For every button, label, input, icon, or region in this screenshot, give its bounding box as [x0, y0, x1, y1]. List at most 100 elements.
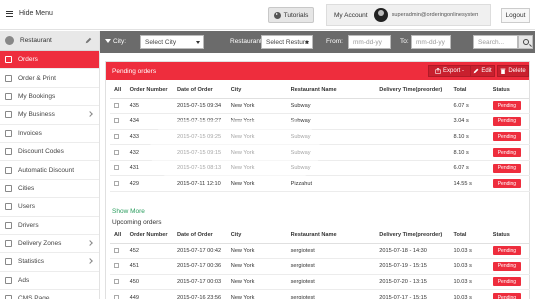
- sidebar-item-cities[interactable]: Cities: [0, 180, 99, 199]
- column-header[interactable]: Status: [488, 228, 530, 244]
- sidebar-item-automatic-discount[interactable]: Automatic Discount: [0, 161, 99, 180]
- tutorials-button[interactable]: Tutorials: [268, 7, 314, 23]
- city-filter-label: City:: [105, 38, 126, 45]
- cell-num: 451: [125, 258, 173, 275]
- sidebar-item-label: Orders: [18, 56, 38, 64]
- row-checkbox[interactable]: [114, 102, 119, 108]
- row-checkbox[interactable]: [114, 263, 119, 269]
- sidebar-item-my-bookings[interactable]: My Bookings: [0, 88, 99, 107]
- cell-rest: sergiotest: [286, 289, 376, 299]
- column-header[interactable]: Date of Order: [172, 83, 227, 99]
- sidebar-header-label: Restaurant: [20, 37, 52, 44]
- column-header[interactable]: Total: [449, 83, 489, 99]
- status-badge[interactable]: Pending: [492, 101, 522, 111]
- export-button[interactable]: Export -: [428, 65, 471, 77]
- sidebar-item-label: My Bookings: [18, 92, 56, 100]
- column-header[interactable]: Delivery Time(preorder): [375, 228, 450, 244]
- cell-status: Pending: [488, 144, 530, 161]
- sidebar-item-order-print[interactable]: Order & Print: [0, 69, 99, 88]
- cell-date: 2015-07-17 00:03: [172, 274, 227, 291]
- status-badge[interactable]: Pending: [492, 293, 522, 299]
- sidebar-item-cms-page[interactable]: CMS Page: [0, 290, 99, 299]
- column-header[interactable]: Order Number: [125, 83, 173, 99]
- row-checkbox[interactable]: [114, 180, 119, 186]
- column-header[interactable]: City: [226, 228, 287, 244]
- edit-button[interactable]: Edit: [470, 65, 495, 77]
- table-row[interactable]: 452 2015-07-17 00:42 New York sergiotest 201…: [110, 243, 530, 260]
- sidebar-item-users[interactable]: Users: [0, 198, 99, 217]
- status-badge[interactable]: Pending: [492, 179, 522, 189]
- column-header[interactable]: All: [110, 83, 126, 99]
- search-input[interactable]: Search...: [473, 35, 518, 49]
- row-checkbox[interactable]: [114, 279, 119, 284]
- sidebar-item-label: CMS Page: [18, 295, 50, 299]
- table-row[interactable]: 451 2015-07-17 00:36 New York sergiotest 201…: [110, 258, 530, 275]
- sidebar-item-discount-codes[interactable]: Discount Codes: [0, 143, 99, 162]
- row-checkbox[interactable]: [114, 149, 119, 155]
- city-select[interactable]: Select City: [140, 35, 204, 49]
- status-badge[interactable]: Pending: [492, 116, 522, 126]
- status-badge[interactable]: Pending: [492, 277, 522, 287]
- status-badge[interactable]: Pending: [492, 148, 522, 158]
- sidebar-item-label: Cities: [18, 184, 35, 192]
- table-row[interactable]: 450 2015-07-17 00:03 New York sergiotest 201…: [110, 274, 530, 291]
- cell-total: 6.07 s: [449, 160, 489, 177]
- status-badge[interactable]: Pending: [492, 261, 522, 271]
- upcoming-orders-table: All Order Number Date of Order City Restaura…: [110, 228, 530, 299]
- sidebar-item-statistics[interactable]: Statistics: [0, 253, 99, 272]
- table-row[interactable]: 435 2015-07-15 09:34 New York Subway 6.07 sP…: [110, 98, 530, 115]
- show-more-link[interactable]: Show More: [112, 208, 145, 215]
- status-badge[interactable]: Pending: [492, 163, 522, 173]
- invoice-icon: [5, 129, 12, 137]
- export-icon: [435, 68, 441, 74]
- auto-discount-icon: [5, 166, 12, 174]
- column-header[interactable]: All: [110, 228, 126, 244]
- sidebar-item-my-business[interactable]: My Business: [0, 106, 99, 125]
- row-checkbox[interactable]: [114, 294, 119, 299]
- sidebar-item-invoices[interactable]: Invoices: [0, 125, 99, 143]
- sidebar-item-label: Statistics: [18, 258, 45, 266]
- status-badge[interactable]: Pending: [492, 246, 522, 256]
- row-select-cell: [110, 258, 126, 275]
- sidebar-item-ads[interactable]: Ads: [0, 272, 99, 291]
- search-button[interactable]: [518, 35, 533, 49]
- column-header[interactable]: Total: [449, 228, 489, 244]
- restaurant-select[interactable]: Select Restura: [261, 35, 313, 49]
- users-icon: [5, 203, 12, 211]
- account-menu[interactable]: My Account superadmin@orderingonlinesyst…: [326, 4, 491, 26]
- sidebar-item-delivery-zones[interactable]: Delivery Zones: [0, 235, 99, 254]
- column-header[interactable]: Status: [488, 83, 530, 99]
- column-header[interactable]: Restaurant Name: [286, 228, 376, 244]
- to-date-input[interactable]: mm-dd-yy: [411, 35, 451, 49]
- from-date-input[interactable]: mm-dd-yy: [348, 35, 391, 49]
- status-badge[interactable]: Pending: [492, 132, 522, 142]
- sidebar-item-orders[interactable]: Orders: [0, 51, 99, 70]
- column-header[interactable]: Date of Order: [172, 228, 227, 244]
- row-checkbox[interactable]: [114, 165, 119, 171]
- row-checkbox[interactable]: [114, 247, 119, 253]
- row-select-cell: [110, 144, 126, 161]
- cms-icon: [5, 295, 12, 299]
- row-checkbox[interactable]: [114, 118, 119, 124]
- cell-total: 10.03 s: [449, 274, 489, 291]
- column-header[interactable]: City: [226, 83, 287, 99]
- cell-delivery: [375, 129, 450, 146]
- cell-delivery: 2015-07-19 - 15:15: [375, 258, 450, 275]
- delete-button[interactable]: Delete: [497, 65, 529, 77]
- hide-menu-toggle[interactable]: Hide Menu: [6, 10, 53, 17]
- column-header[interactable]: Delivery Time(preorder): [375, 83, 450, 99]
- cell-status: Pending: [488, 129, 530, 146]
- sidebar-item-drivers[interactable]: Drivers: [0, 217, 99, 235]
- row-checkbox[interactable]: [114, 134, 119, 139]
- sidebar-item-label: Drivers: [18, 221, 39, 229]
- discount-icon: [5, 148, 12, 156]
- logout-button[interactable]: Logout: [501, 8, 530, 23]
- pencil-icon[interactable]: [85, 37, 92, 44]
- column-header[interactable]: Order Number: [125, 228, 173, 244]
- cell-city: New York: [226, 258, 287, 275]
- sidebar-item-label: My Business: [18, 111, 55, 119]
- cell-delivery: [375, 113, 450, 130]
- table-row[interactable]: 449 2015-07-16 23:56 New York sergiotest 201…: [110, 289, 530, 299]
- column-header[interactable]: Restaurant Name: [286, 83, 376, 99]
- panel-header: Pending orders Export - Edit Delete: [106, 62, 529, 80]
